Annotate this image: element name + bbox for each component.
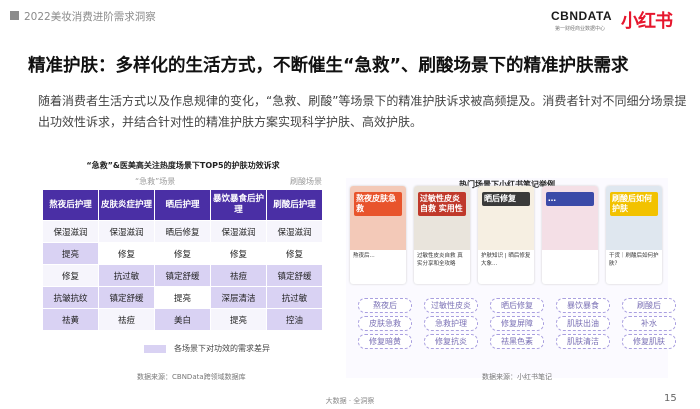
header-marker <box>10 11 19 20</box>
slide-heading: 精准护肤：多样化的生活方式，不断催生“急救”、刷酸场景下的精准护肤需求 <box>28 56 629 76</box>
group-label-acid: 刷酸场景 <box>290 177 322 186</box>
scene-tag: 肌肤出油 <box>556 316 610 331</box>
note-caption: 护肤知识 | 晒后修复大象... <box>481 253 531 267</box>
scene-tag: 皮肤急救 <box>358 316 412 331</box>
table-header-row: 熬夜后护理 皮肤炎症护理 晒后护理 暴饮暴食后护理 刷酸后护理 <box>42 189 323 221</box>
table-cell: 美白 <box>154 308 211 331</box>
table-cell: 控油 <box>266 308 323 331</box>
table-cell: 修复 <box>42 264 99 287</box>
note-cover-text: 熬夜皮肤急救 <box>354 192 402 216</box>
note-cover-text: 晒后修复 <box>482 192 530 206</box>
cbndata-logo: CBNDATA <box>551 9 613 23</box>
scene-tag: 刷酸后 <box>622 298 676 313</box>
table-cell: 抗皱抗纹 <box>42 286 99 309</box>
table-row: 保湿滋润 保湿滋润 晒后修复 保湿滋润 保湿滋润 <box>42 220 323 243</box>
note-thumbnail: 晒后修复 <box>478 186 534 250</box>
right-source-note: 数据来源：小红书笔记 <box>482 373 552 381</box>
note-cover-text: 过敏性皮炎 自救 实用性 <box>418 192 466 216</box>
table-cell: 保湿滋润 <box>210 220 267 243</box>
column-header: 暴饮暴食后护理 <box>210 189 267 221</box>
efficacy-demand-table: 熬夜后护理 皮肤炎症护理 晒后护理 暴饮暴食后护理 刷酸后护理 保湿滋润 保湿滋… <box>42 189 323 331</box>
table-row: 祛黄 祛痘 美白 提亮 控油 <box>42 308 323 331</box>
report-title: 2022美妆消费进阶需求洞察 <box>24 11 156 23</box>
table-cell: 保湿滋润 <box>266 220 323 243</box>
scene-tag: 补水 <box>622 316 676 331</box>
xiaohongshu-logo: 小红书 <box>621 11 673 32</box>
group-label-emergency: “急救”场景 <box>135 177 176 186</box>
table-cell: 提亮 <box>154 286 211 309</box>
table-cell: 祛痘 <box>210 264 267 287</box>
scene-tag: 急救护理 <box>424 316 478 331</box>
table-row: 抗皱抗纹 镇定舒缓 提亮 深层清洁 抗过敏 <box>42 286 323 309</box>
table-cell: 镇定舒缓 <box>266 264 323 287</box>
note-cover-text: … <box>546 192 594 206</box>
table-row: 修复 抗过敏 镇定舒缓 祛痘 镇定舒缓 <box>42 264 323 287</box>
table-cell: 镇定舒缓 <box>154 264 211 287</box>
note-thumbnail: 过敏性皮炎 自救 实用性 <box>414 186 470 250</box>
note-thumbnail: 熬夜皮肤急救 <box>350 186 406 250</box>
note-caption: 熬夜后... <box>353 253 375 259</box>
column-header: 皮肤炎症护理 <box>98 189 155 221</box>
note-caption: 过敏性皮炎自救 真实分享和全攻略 <box>417 253 463 267</box>
table-cell: 祛黄 <box>42 308 99 331</box>
table-cell: 抗过敏 <box>266 286 323 309</box>
table-cell: 提亮 <box>210 308 267 331</box>
table-cell: 深层清洁 <box>210 286 267 309</box>
table-cell: 保湿滋润 <box>42 220 99 243</box>
table-cell: 保湿滋润 <box>98 220 155 243</box>
note-card[interactable]: 晒后修复护肤知识 | 晒后修复大象... <box>478 186 534 284</box>
column-header: 熬夜后护理 <box>42 189 99 221</box>
cbndata-logo-subtitle: 第一财经商业数据中心 <box>555 26 606 32</box>
scene-tag: 修复屏障 <box>490 316 544 331</box>
table-cell: 晒后修复 <box>154 220 211 243</box>
table-cell: 修复 <box>210 242 267 265</box>
note-thumbnail: 刷酸后如何护肤 <box>606 186 662 250</box>
table-cell: 修复 <box>98 242 155 265</box>
scene-tag: 过敏性皮炎 <box>424 298 478 313</box>
table-cell: 祛痘 <box>98 308 155 331</box>
scene-tag: 暴饮暴食 <box>556 298 610 313</box>
note-card[interactable]: 刷酸后如何护肤干货｜刷酸后如何护肤？ <box>606 186 662 284</box>
column-header: 晒后护理 <box>154 189 211 221</box>
table-cell: 镇定舒缓 <box>98 286 155 309</box>
table-cell: 修复 <box>266 242 323 265</box>
left-source-note: 数据来源：CBNData跨领域数据库 <box>137 373 246 381</box>
scene-tag: 修复抗炎 <box>424 334 478 349</box>
note-card[interactable]: … <box>542 186 598 284</box>
note-caption: 干货｜刷酸后如何护肤？ <box>609 253 659 267</box>
table-cell: 提亮 <box>42 242 99 265</box>
table-row: 提亮 修复 修复 修复 修复 <box>42 242 323 265</box>
scene-tag: 祛黑色素 <box>490 334 544 349</box>
page-number: 15 <box>664 393 677 404</box>
scene-tag: 肌肤清洁 <box>556 334 610 349</box>
table-cell: 修复 <box>154 242 211 265</box>
left-panel-title: “急救”&医美高关注热度场景下TOP5的护肤功效诉求 <box>86 161 280 170</box>
note-card[interactable]: 熬夜皮肤急救熬夜后... <box>350 186 406 284</box>
slide-body-text: 随着消费者生活方式以及作息规律的变化，“急救、刷酸”等场景下的精准护肤诉求被高频… <box>38 94 687 129</box>
scene-tag: 修复暗黄 <box>358 334 412 349</box>
note-cover-text: 刷酸后如何护肤 <box>610 192 658 216</box>
footer-slogan: 大数据 · 全洞察 <box>325 397 375 405</box>
scene-tag: 熬夜后 <box>358 298 412 313</box>
legend-swatch <box>144 345 166 353</box>
note-card[interactable]: 过敏性皮炎 自救 实用性过敏性皮炎自救 真实分享和全攻略 <box>414 186 470 284</box>
legend-label: 各场景下对功效的需求差异 <box>174 344 270 353</box>
table-cell: 抗过敏 <box>98 264 155 287</box>
scene-tag: 修复肌肤 <box>622 334 676 349</box>
column-header: 刷酸后护理 <box>266 189 323 221</box>
scene-tag: 晒后修复 <box>490 298 544 313</box>
note-thumbnail: … <box>542 186 598 250</box>
